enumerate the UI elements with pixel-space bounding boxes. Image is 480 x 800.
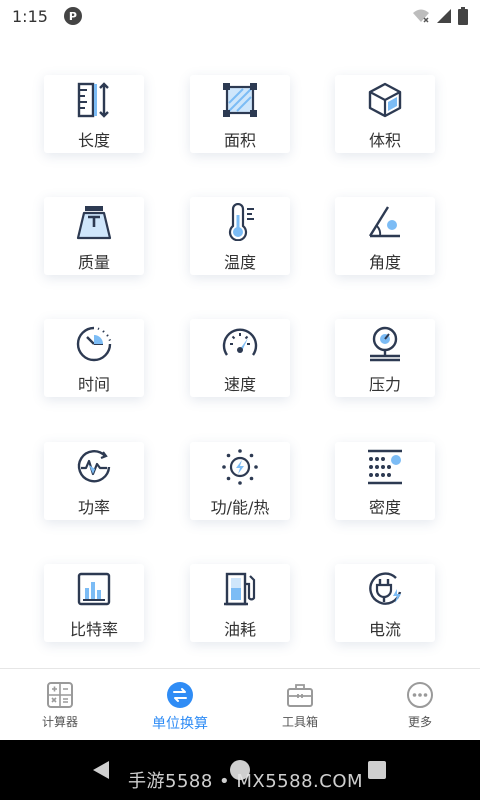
tile-pressure[interactable]: 压力 [335, 319, 435, 397]
bitrate-icon [77, 572, 111, 606]
status-indicators [412, 7, 468, 25]
tile-energy[interactable]: 功/能/热 [190, 442, 290, 520]
tile-power[interactable]: 功率 [44, 442, 144, 520]
tile-label: 比特率 [69, 620, 118, 639]
clock-icon [76, 326, 112, 362]
plug-icon [369, 572, 402, 605]
tab-label: 计算器 [41, 715, 78, 729]
tile-label: 压力 [368, 375, 401, 394]
tile-label: 时间 [77, 375, 110, 394]
watermark: 手游5588 • MX5588.COM [128, 771, 364, 792]
pressure-gauge-icon [370, 326, 400, 362]
calculator-icon [47, 682, 73, 708]
tab-more[interactable]: 更多 [360, 669, 480, 740]
speedometer-icon [222, 328, 258, 356]
unit-grid: 长度 面积 体积 质量 温度 角度 时间 速度 压力 功率 功/能/热 密度 比… [0, 32, 480, 668]
tile-label: 密度 [368, 498, 401, 517]
back-icon[interactable] [92, 760, 110, 780]
tab-unit-conversion[interactable]: 单位换算 [120, 669, 240, 740]
recents-button[interactable] [368, 761, 386, 779]
tile-speed[interactable]: 速度 [190, 319, 290, 397]
tile-time[interactable]: 时间 [44, 319, 144, 397]
tile-label: 功/能/热 [210, 498, 270, 517]
density-icon [368, 449, 402, 485]
ruler-icon [77, 82, 109, 118]
convert-icon [167, 682, 193, 708]
angle-icon [368, 206, 400, 238]
tile-temperature[interactable]: 温度 [190, 197, 290, 275]
tile-label: 油耗 [223, 620, 256, 639]
tile-length[interactable]: 长度 [44, 75, 144, 153]
tile-label: 体积 [368, 131, 401, 150]
more-icon [407, 682, 433, 708]
fuel-icon [224, 572, 256, 606]
signal-icon [437, 9, 451, 23]
tile-label: 面积 [223, 131, 256, 150]
power-icon [77, 450, 111, 483]
wifi-icon [413, 9, 429, 23]
tile-area[interactable]: 面积 [190, 75, 290, 153]
tab-label: 工具箱 [281, 715, 318, 729]
tile-label: 角度 [368, 253, 401, 272]
tile-bitrate[interactable]: 比特率 [44, 564, 144, 642]
battery-icon [458, 7, 468, 25]
tile-label: 速度 [223, 375, 256, 394]
area-icon [223, 83, 257, 117]
tab-label: 单位换算 [152, 716, 208, 732]
toolbox-icon [287, 684, 313, 707]
tile-label: 质量 [77, 253, 110, 272]
energy-icon [222, 449, 258, 485]
weight-icon [76, 206, 112, 240]
system-navigation-bar: 手游5588 • MX5588.COM [0, 740, 480, 800]
tile-fuel[interactable]: 油耗 [190, 564, 290, 642]
status-bar: 1:15 P [0, 0, 480, 32]
tile-label: 温度 [223, 253, 256, 272]
tile-label: 长度 [77, 131, 110, 150]
status-time: 1:15 [12, 6, 48, 26]
tile-volume[interactable]: 体积 [335, 75, 435, 153]
thermometer-icon [228, 203, 254, 241]
tile-angle[interactable]: 角度 [335, 197, 435, 275]
tile-density[interactable]: 密度 [335, 442, 435, 520]
tile-label: 电流 [368, 620, 401, 639]
tile-label: 功率 [77, 498, 110, 517]
bottom-tab-bar: 计算器 单位换算 工具箱 更多 [0, 668, 480, 740]
app-notification-icon: P [63, 7, 82, 25]
tab-toolbox[interactable]: 工具箱 [240, 669, 360, 740]
tile-current[interactable]: 电流 [335, 564, 435, 642]
cube-icon [368, 82, 402, 118]
tab-label: 更多 [407, 715, 432, 729]
tile-mass[interactable]: 质量 [44, 197, 144, 275]
tab-calculator[interactable]: 计算器 [0, 669, 120, 740]
